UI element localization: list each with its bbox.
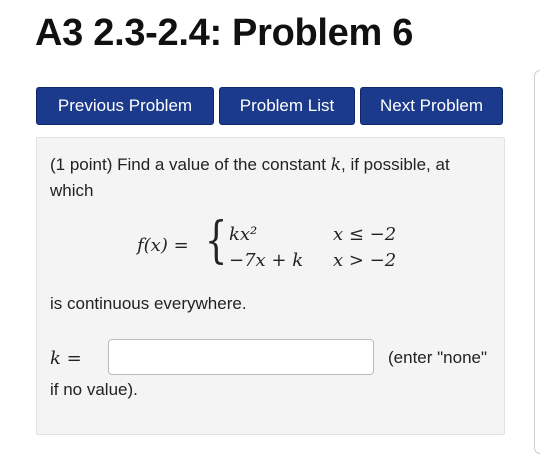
- problem-list-button[interactable]: Problem List: [219, 87, 355, 125]
- answer-label: k =: [50, 348, 82, 369]
- next-problem-button[interactable]: Next Problem: [360, 87, 503, 125]
- answer-input[interactable]: [108, 339, 374, 375]
- problem-navigation: Previous Problem Problem List Next Probl…: [36, 87, 503, 125]
- function-lhs: f(x) =: [137, 235, 189, 256]
- piecewise-function: f(x) = { kx² x ≤ −2 −7x + k x > −2: [137, 212, 437, 276]
- piece-expression: kx²: [229, 224, 258, 245]
- problem-box: (1 point) Find a value of the constant k…: [36, 137, 505, 435]
- problem-points-text: (1 point) Find a value of the constant: [50, 155, 326, 174]
- problem-statement: (1 point) Find a value of the constant k…: [50, 152, 495, 204]
- answer-hint-continued: if no value).: [50, 380, 138, 399]
- page-title: A3 2.3-2.4: Problem 6: [35, 12, 414, 54]
- piece-condition: x > −2: [333, 250, 397, 271]
- answer-row: k = (enter "none": [50, 339, 500, 379]
- constant-symbol: k: [330, 155, 341, 175]
- piece-condition: x ≤ −2: [333, 224, 397, 245]
- side-panel: [534, 70, 540, 454]
- previous-problem-button[interactable]: Previous Problem: [36, 87, 214, 125]
- piece-expression: −7x + k: [229, 250, 304, 271]
- answer-hint: (enter "none": [388, 348, 488, 367]
- continuity-text: is continuous everywhere.: [50, 294, 247, 313]
- left-brace: {: [205, 211, 228, 269]
